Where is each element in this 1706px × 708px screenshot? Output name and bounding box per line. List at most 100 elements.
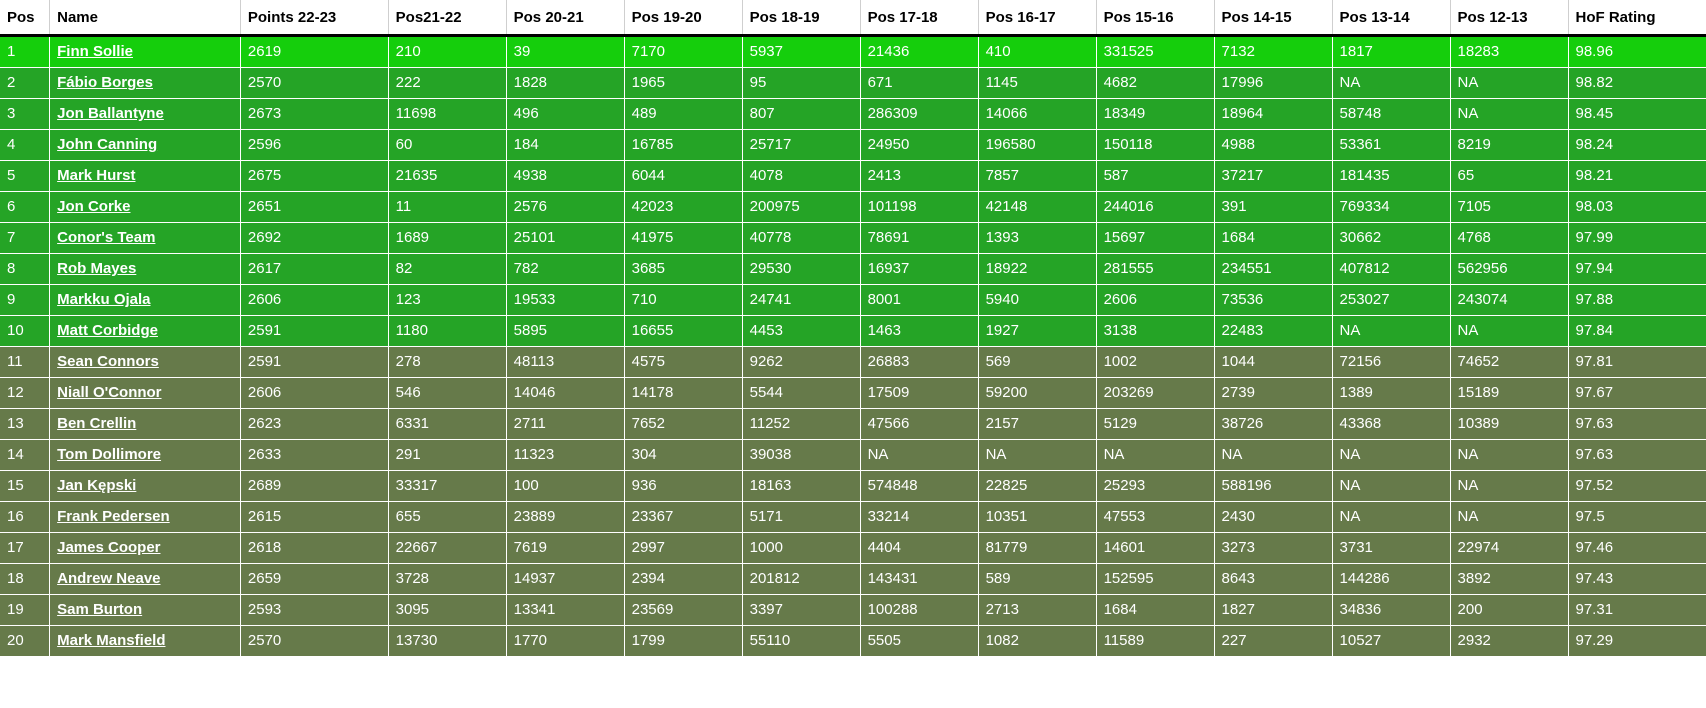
player-name-link[interactable]: Jon Ballantyne bbox=[57, 105, 164, 122]
cell-pos13-14: NA bbox=[1332, 439, 1451, 471]
cell-pos19-20: 42023 bbox=[624, 191, 743, 223]
cell-pos17-18: 5505 bbox=[860, 625, 979, 657]
cell-player-name: Andrew Neave bbox=[49, 563, 241, 595]
cell-pos15-16: 5129 bbox=[1096, 408, 1215, 440]
cell-pos14-15: 1684 bbox=[1214, 222, 1333, 254]
player-name-link[interactable]: Markku Ojala bbox=[57, 291, 150, 308]
player-name-link[interactable]: James Cooper bbox=[57, 539, 160, 556]
hof-rating-table: Pos Name Points 22-23 Pos21-22 Pos 20-21 Pos … bbox=[0, 0, 1706, 657]
cell-pos13-14: NA bbox=[1332, 470, 1451, 502]
cell-player-name: Fábio Borges bbox=[49, 67, 241, 99]
cell-points: 2689 bbox=[240, 470, 389, 502]
column-header-pos12-13[interactable]: Pos 12-13 bbox=[1450, 0, 1569, 37]
column-header-pos20-21[interactable]: Pos 20-21 bbox=[506, 0, 625, 37]
player-name-link[interactable]: Sam Burton bbox=[57, 601, 142, 618]
cell-pos14-15: 234551 bbox=[1214, 253, 1333, 285]
column-header-pos16-17[interactable]: Pos 16-17 bbox=[978, 0, 1097, 37]
cell-pos13-14: NA bbox=[1332, 67, 1451, 99]
cell-pos18-19: 40778 bbox=[742, 222, 861, 254]
player-name-link[interactable]: Frank Pedersen bbox=[57, 508, 170, 525]
cell-pos: 9 bbox=[0, 284, 51, 316]
table-row: 18 Andrew Neave 2659 3728 14937 2394 201812 143… bbox=[0, 563, 1706, 595]
column-header-points[interactable]: Points 22-23 bbox=[240, 0, 389, 37]
player-name-link[interactable]: Fábio Borges bbox=[57, 74, 153, 91]
player-name-link[interactable]: Rob Mayes bbox=[57, 260, 136, 277]
cell-pos12-13: NA bbox=[1450, 470, 1569, 502]
cell-pos20-21: 1770 bbox=[506, 625, 625, 657]
player-name-link[interactable]: John Canning bbox=[57, 136, 157, 153]
cell-pos17-18: 21436 bbox=[860, 35, 979, 68]
player-name-link[interactable]: Ben Crellin bbox=[57, 415, 136, 432]
cell-pos: 13 bbox=[0, 408, 51, 440]
column-header-pos14-15[interactable]: Pos 14-15 bbox=[1214, 0, 1333, 37]
cell-pos17-18: 17509 bbox=[860, 377, 979, 409]
cell-pos16-17: 22825 bbox=[978, 470, 1097, 502]
cell-pos13-14: NA bbox=[1332, 315, 1451, 347]
cell-hof: 97.5 bbox=[1568, 501, 1706, 533]
cell-hof: 98.21 bbox=[1568, 160, 1706, 192]
table-row: 7 Conor's Team 2692 1689 25101 41975 40778 7869… bbox=[0, 222, 1706, 254]
cell-points: 2593 bbox=[240, 594, 389, 626]
player-name-link[interactable]: Matt Corbidge bbox=[57, 322, 158, 339]
cell-hof: 97.43 bbox=[1568, 563, 1706, 595]
cell-hof: 98.96 bbox=[1568, 35, 1706, 68]
player-name-link[interactable]: Mark Mansfield bbox=[57, 632, 165, 649]
cell-player-name: Jan Kępski bbox=[49, 470, 241, 502]
column-header-pos15-16[interactable]: Pos 15-16 bbox=[1096, 0, 1215, 37]
cell-pos12-13: 200 bbox=[1450, 594, 1569, 626]
player-name-link[interactable]: Conor's Team bbox=[57, 229, 155, 246]
cell-pos16-17: 1145 bbox=[978, 67, 1097, 99]
column-header-pos17-18[interactable]: Pos 17-18 bbox=[860, 0, 979, 37]
cell-pos18-19: 18163 bbox=[742, 470, 861, 502]
cell-points: 2596 bbox=[240, 129, 389, 161]
cell-pos12-13: 74652 bbox=[1450, 346, 1569, 378]
cell-pos21-22: 6331 bbox=[388, 408, 507, 440]
column-header-hof[interactable]: HoF Rating bbox=[1568, 0, 1706, 37]
player-name-link[interactable]: Niall O'Connor bbox=[57, 384, 161, 401]
cell-player-name: Conor's Team bbox=[49, 222, 241, 254]
cell-hof: 97.99 bbox=[1568, 222, 1706, 254]
cell-pos13-14: 34836 bbox=[1332, 594, 1451, 626]
cell-pos14-15: 17996 bbox=[1214, 67, 1333, 99]
cell-points: 2623 bbox=[240, 408, 389, 440]
cell-pos12-13: NA bbox=[1450, 315, 1569, 347]
cell-pos21-22: 33317 bbox=[388, 470, 507, 502]
cell-pos12-13: 15189 bbox=[1450, 377, 1569, 409]
cell-pos19-20: 7652 bbox=[624, 408, 743, 440]
player-name-link[interactable]: Finn Sollie bbox=[57, 43, 133, 60]
column-header-pos[interactable]: Pos bbox=[0, 0, 51, 37]
cell-pos19-20: 41975 bbox=[624, 222, 743, 254]
cell-pos: 12 bbox=[0, 377, 51, 409]
column-header-pos13-14[interactable]: Pos 13-14 bbox=[1332, 0, 1451, 37]
cell-pos12-13: 4768 bbox=[1450, 222, 1569, 254]
player-name-link[interactable]: Jan Kępski bbox=[57, 477, 136, 494]
player-name-link[interactable]: Sean Connors bbox=[57, 353, 159, 370]
player-name-link[interactable]: Jon Corke bbox=[57, 198, 130, 215]
cell-pos12-13: NA bbox=[1450, 67, 1569, 99]
cell-pos21-22: 13730 bbox=[388, 625, 507, 657]
cell-pos14-15: 38726 bbox=[1214, 408, 1333, 440]
cell-pos19-20: 23367 bbox=[624, 501, 743, 533]
cell-pos13-14: 181435 bbox=[1332, 160, 1451, 192]
cell-points: 2659 bbox=[240, 563, 389, 595]
player-name-link[interactable]: Mark Hurst bbox=[57, 167, 135, 184]
cell-pos20-21: 782 bbox=[506, 253, 625, 285]
table-row: 3 Jon Ballantyne 2673 11698 496 489 807 286309 1… bbox=[0, 98, 1706, 130]
cell-pos: 14 bbox=[0, 439, 51, 471]
player-name-link[interactable]: Andrew Neave bbox=[57, 570, 160, 587]
cell-pos20-21: 496 bbox=[506, 98, 625, 130]
column-header-pos21-22[interactable]: Pos21-22 bbox=[388, 0, 507, 37]
player-name-link[interactable]: Tom Dollimore bbox=[57, 446, 161, 463]
cell-player-name: Mark Mansfield bbox=[49, 625, 241, 657]
cell-pos20-21: 13341 bbox=[506, 594, 625, 626]
table-row: 17 James Cooper 2618 22667 7619 2997 1000 4404 8… bbox=[0, 532, 1706, 564]
cell-points: 2633 bbox=[240, 439, 389, 471]
cell-pos21-22: 60 bbox=[388, 129, 507, 161]
column-header-name[interactable]: Name bbox=[49, 0, 241, 37]
cell-pos14-15: 588196 bbox=[1214, 470, 1333, 502]
column-header-pos18-19[interactable]: Pos 18-19 bbox=[742, 0, 861, 37]
cell-pos18-19: 25717 bbox=[742, 129, 861, 161]
column-header-pos19-20[interactable]: Pos 19-20 bbox=[624, 0, 743, 37]
cell-pos20-21: 39 bbox=[506, 35, 625, 68]
cell-points: 2692 bbox=[240, 222, 389, 254]
